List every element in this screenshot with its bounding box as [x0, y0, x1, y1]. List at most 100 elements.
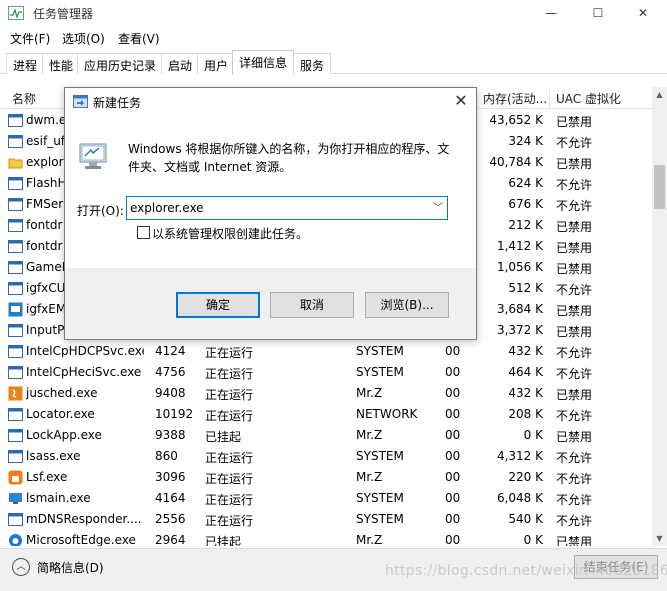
cell-uac: 已禁用: [556, 157, 593, 171]
process-icon: [8, 239, 23, 254]
process-icon: [8, 533, 23, 546]
cell-user: Mr.Z: [356, 470, 383, 484]
admin-checkbox[interactable]: [137, 226, 150, 239]
cell-name: mDNSResponder....: [26, 512, 142, 526]
cell-user: SYSTEM: [356, 491, 404, 505]
cell-user: SYSTEM: [356, 449, 404, 463]
cell-mem: 540 K: [508, 512, 543, 526]
watermark: https://blog.csdn.net/weixin_40825186: [385, 563, 667, 579]
menu-options[interactable]: 选项(O): [62, 30, 105, 47]
menu-view[interactable]: 查看(V): [118, 30, 160, 47]
scroll-up-icon[interactable]: ▲: [652, 87, 667, 102]
table-row[interactable]: IntelCpHDCPSvc.exe 4124 正在运行 SYSTEM 00 432 K 不…: [0, 341, 652, 362]
cell-name: MicrosoftEdge.exe: [26, 533, 136, 546]
minimize-button[interactable]: —: [530, 0, 572, 26]
cell-mem: 0 K: [523, 428, 543, 442]
cell-mem: 432 K: [508, 344, 543, 358]
table-row[interactable]: jusched.exe 9408 正在运行 Mr.Z 00 432 K 已禁用: [0, 383, 652, 404]
cell-name: IntelCpHeciSvc.exe: [26, 365, 142, 379]
ok-button[interactable]: 确定: [176, 292, 260, 318]
cell-user: Mr.Z: [356, 386, 383, 400]
menu-file[interactable]: 文件(F): [10, 30, 50, 47]
cell-mem: 212 K: [508, 218, 543, 232]
cell-status: 正在运行: [205, 367, 254, 381]
process-icon: [8, 491, 23, 506]
window-title: 任务管理器: [33, 7, 94, 21]
open-input[interactable]: [130, 199, 426, 217]
task-manager-icon: [8, 6, 24, 20]
cell-uac: 已禁用: [556, 241, 593, 255]
tab-app-history[interactable]: 应用历史记录: [77, 53, 164, 74]
table-row[interactable]: Locator.exe 10192 正在运行 NETWORK ... 00 208 K 不允…: [0, 404, 652, 425]
cell-mem: 624 K: [508, 176, 543, 190]
scroll-down-icon[interactable]: ▼: [652, 531, 667, 546]
open-combobox[interactable]: ﹀: [126, 196, 448, 220]
process-icon: [8, 449, 23, 464]
cell-pid: 2964: [155, 533, 186, 546]
cell-status: 已挂起: [205, 430, 242, 444]
run-icon: [73, 95, 88, 108]
cell-name: jusched.exe: [26, 386, 98, 400]
cell-status: 正在运行: [205, 388, 254, 402]
chevron-up-icon[interactable]: ︿: [12, 558, 30, 576]
dialog-close-icon[interactable]: ✕: [451, 92, 471, 112]
fewer-details-link[interactable]: 简略信息(D): [37, 559, 104, 576]
process-icon: [8, 365, 23, 380]
cell-pid: 4756: [155, 365, 186, 379]
column-divider[interactable]: [549, 87, 550, 109]
cell-uac: 已禁用: [556, 115, 593, 129]
cell-cpu: 00: [445, 386, 461, 400]
process-icon: [8, 281, 23, 296]
cell-pid: 4164: [155, 491, 186, 505]
cell-status: 正在运行: [205, 451, 254, 465]
cell-name: IntelCpHDCPSvc.exe: [26, 344, 144, 358]
process-icon: [8, 176, 23, 191]
vertical-scrollbar[interactable]: ▲ ▼: [652, 87, 667, 546]
cell-user: SYSTEM: [356, 344, 404, 358]
cell-mem: 6,048 K: [496, 491, 543, 505]
cell-uac: 不允许: [556, 367, 593, 381]
cell-pid: 9388: [155, 428, 186, 442]
tab-users[interactable]: 用户: [197, 53, 236, 74]
tab-services[interactable]: 服务: [293, 53, 332, 74]
process-icon: [8, 155, 23, 170]
cell-status: 正在运行: [205, 346, 254, 360]
tab-performance[interactable]: 性能: [42, 53, 81, 74]
cell-mem: 0 K: [523, 533, 543, 546]
table-row[interactable]: LockApp.exe 9388 已挂起 Mr.Z 00 0 K 已禁用: [0, 425, 652, 446]
browse-button[interactable]: 浏览(B)...: [365, 292, 449, 318]
column-uac[interactable]: UAC 虚拟化: [556, 90, 621, 107]
tab-startup[interactable]: 启动: [161, 53, 200, 74]
column-name[interactable]: 名称: [12, 90, 36, 107]
cell-cpu: 00: [445, 449, 461, 463]
cell-uac: 不允许: [556, 283, 593, 297]
scroll-thumb[interactable]: [654, 165, 665, 209]
table-row[interactable]: IntelCpHeciSvc.exe 4756 正在运行 SYSTEM 00 464 K 不…: [0, 362, 652, 383]
cell-pid: 4124: [155, 344, 186, 358]
cell-pid: 9408: [155, 386, 186, 400]
status-bar: ︿ 简略信息(D) 结束任务(E) https://blog.csdn.net/…: [0, 548, 667, 591]
tab-processes[interactable]: 进程: [6, 53, 45, 74]
close-button[interactable]: ✕: [622, 0, 664, 26]
cell-uac: 不允许: [556, 493, 593, 507]
chevron-down-icon[interactable]: ﹀: [433, 199, 443, 214]
table-row[interactable]: lsass.exe 860 正在运行 SYSTEM 00 4,312 K 不允许: [0, 446, 652, 467]
process-icon: [8, 428, 23, 443]
table-row[interactable]: Lsf.exe 3096 正在运行 Mr.Z 00 220 K 不允许: [0, 467, 652, 488]
table-row[interactable]: lsmain.exe 4164 正在运行 SYSTEM 00 6,048 K 不允许: [0, 488, 652, 509]
title-bar: 任务管理器 — ☐ ✕: [0, 0, 667, 26]
column-memory[interactable]: 内存(活动...: [483, 90, 547, 107]
maximize-button[interactable]: ☐: [577, 0, 619, 26]
cell-mem: 40,784 K: [489, 155, 543, 169]
process-icon: [8, 323, 23, 338]
tab-strip: 进程 性能 应用历史记录 启动 用户 详细信息 服务: [0, 50, 667, 75]
process-icon: [8, 302, 23, 317]
cell-status: 正在运行: [205, 472, 254, 486]
cell-uac: 不允许: [556, 178, 593, 192]
admin-checkbox-label[interactable]: 以系统管理权限创建此任务。: [152, 225, 308, 242]
tab-details[interactable]: 详细信息: [232, 50, 295, 75]
cancel-button[interactable]: 取消: [270, 292, 354, 318]
dialog-title: 新建任务: [93, 96, 142, 110]
table-row[interactable]: mDNSResponder.... 2556 正在运行 SYSTEM 00 540 K 不允…: [0, 509, 652, 530]
table-row[interactable]: MicrosoftEdge.exe 2964 已挂起 Mr.Z 00 0 K 已禁用: [0, 530, 652, 546]
